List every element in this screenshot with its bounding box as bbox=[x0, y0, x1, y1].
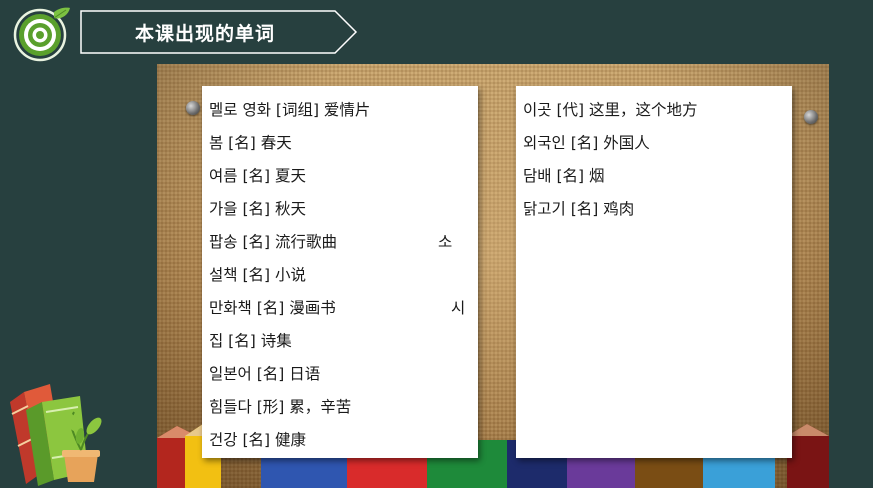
page-title: 本课出现的单词 bbox=[134, 22, 275, 45]
vocab-item: 힘들다 [形] 累，辛苦 bbox=[209, 398, 352, 416]
vocab-item: 담배 [名] 烟 bbox=[523, 167, 605, 185]
vocab-item: 만화책 [名] 漫画书 bbox=[209, 299, 336, 317]
vocab-card-right: 이곳 [代] 这里，这个地方 외국인 [名] 外国人 담배 [名] 烟 닭고기 … bbox=[516, 86, 792, 458]
vocab-item: 건강 [名] 健康 bbox=[209, 431, 306, 449]
vocab-item: 외국인 [名] 外国人 bbox=[523, 134, 650, 152]
vocab-item: 이곳 [代] 这里，这个地方 bbox=[523, 101, 698, 119]
vocab-item: 집 [名] 诗集 bbox=[209, 332, 292, 350]
vocab-item: 팝송 [名] 流行歌曲 bbox=[209, 233, 337, 251]
stray-char: 시 bbox=[451, 299, 466, 317]
pushpin bbox=[186, 101, 200, 115]
vocab-item: 봄 [名] 春天 bbox=[209, 134, 292, 152]
vocab-item: 설책 [名] 小说 bbox=[209, 266, 306, 284]
stray-char: 소 bbox=[438, 233, 453, 251]
target-leaf-icon bbox=[13, 7, 70, 62]
vocab-item: 멜로 영화 [词组] 爱情片 bbox=[209, 101, 371, 119]
vocab-card-left: 멜로 영화 [词组] 爱情片 봄 [名] 春天 여름 [名] 夏天 가을 [名]… bbox=[202, 86, 478, 458]
books-plant-icon bbox=[10, 384, 102, 486]
vocab-item: 여름 [名] 夏天 bbox=[209, 167, 306, 185]
vocab-item: 일본어 [名] 日语 bbox=[209, 365, 321, 383]
vocab-item: 닭고기 [名] 鸡肉 bbox=[523, 200, 635, 218]
pushpin bbox=[804, 110, 818, 124]
vocab-item: 가을 [名] 秋天 bbox=[209, 200, 306, 218]
